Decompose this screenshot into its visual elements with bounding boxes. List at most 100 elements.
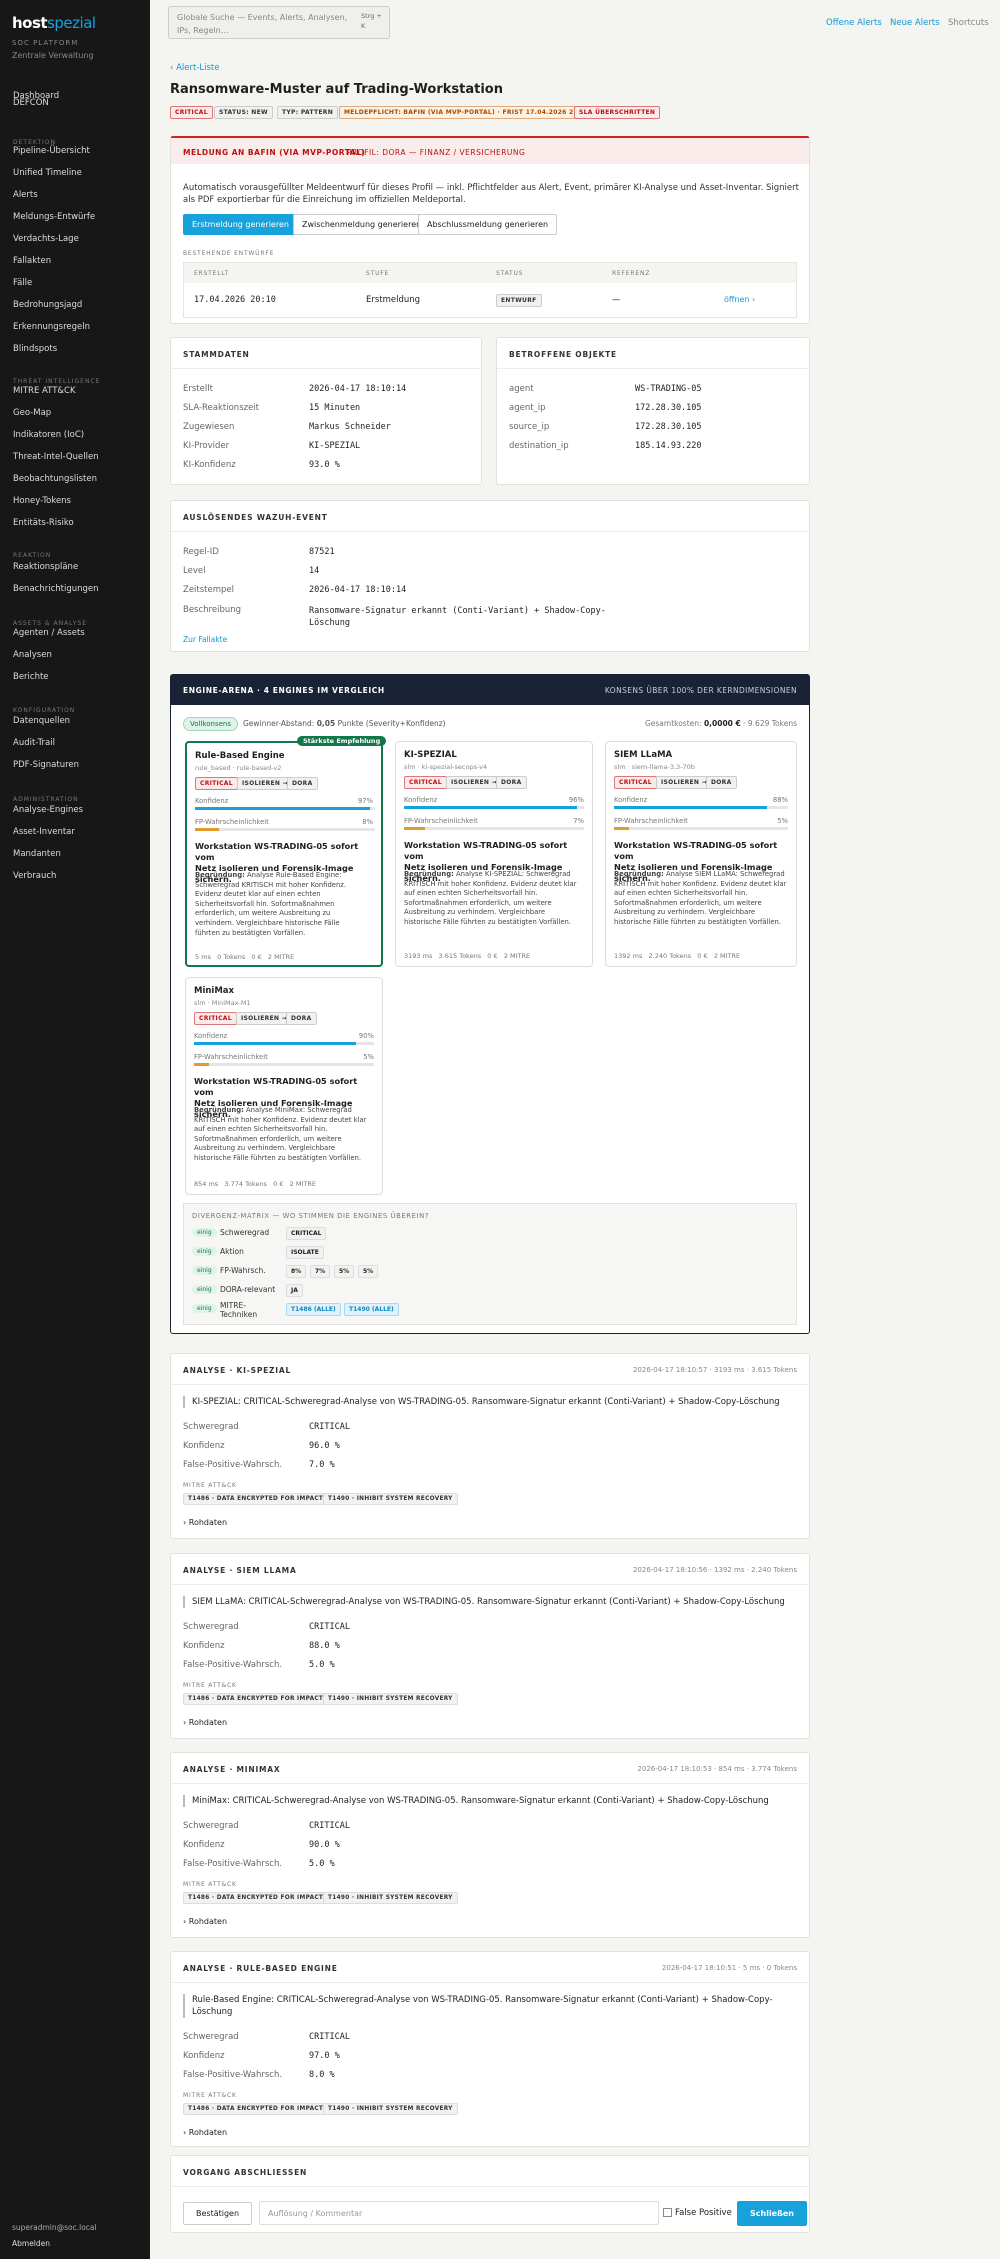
sidebar-item-entitäts-risiko[interactable]: Entitäts-Risiko [13,518,74,528]
best-recommendation-badge: Stärkste Empfehlung [297,736,387,746]
sidebar-item-fälle[interactable]: Fälle [13,278,32,288]
mitre-tag-t1486[interactable]: T1486 · DATA ENCRYPTED FOR IMPACT [183,2103,329,2115]
initial-report-button[interactable]: Erstmeldung generieren [183,214,298,235]
fp-bar-fill [194,1063,209,1066]
resolution-comment-input[interactable]: Auflösung / Kommentar [259,2201,659,2225]
shortcuts-link[interactable]: Shortcuts [948,18,989,28]
mitre-tag-t1486[interactable]: T1486 · DATA ENCRYPTED FOR IMPACT [183,1493,329,1505]
sidebar-item-honey-tokens[interactable]: Honey-Tokens [13,496,71,506]
dim-label: FP-Wahrsch. [220,1266,266,1275]
sidebar-item-agenten-assets[interactable]: Agenten / Assets [13,628,85,638]
analysis-title: ANALYSE · SIEM LLAMA [183,1566,297,1575]
false-positive-checkbox[interactable] [663,2208,672,2217]
fp-label: FP-Wahrscheinlichkeit [404,817,478,825]
reason-line: auf einen echten Sicherheitsvorfall hin. [404,889,588,899]
sidebar-item-datenquellen[interactable]: Datenquellen [13,716,70,726]
sidebar-item-blindspots[interactable]: Blindspots [13,344,57,354]
divergence-dimension: DORA-relevant [220,1285,275,1294]
mitre-tag-t1490[interactable]: T1490 · INHIBIT SYSTEM RECOVERY [323,1493,458,1505]
drafts-table: ERSTELLT STUFE STATUS REFERENZ 17.04.202… [183,262,797,318]
raw-data-toggle[interactable]: › Rohdaten [183,1718,227,1727]
open-alerts-link[interactable]: Offene Alerts [826,18,882,28]
platform-sub: Zentrale Verwaltung [12,51,94,60]
sidebar-item-pipeline-übersicht[interactable]: Pipeline-Übersicht [13,146,90,156]
sidebar-item-alerts[interactable]: Alerts [13,190,38,200]
status-badge: STATUS: NEW [214,106,273,119]
schweregrad-label: Schweregrad [183,1422,239,1432]
sidebar-item-indikatoren-ioc[interactable]: Indikatoren (IoC) [13,430,84,440]
global-search-input[interactable]: Globale Suche — Events, Alerts, Analysen… [168,6,390,39]
sidebar-item-meldungs-entwürfe[interactable]: Meldungs-Entwürfe [13,212,95,222]
raw-data-toggle[interactable]: › Rohdaten [183,1917,227,1926]
sidebar-item-asset-inventar[interactable]: Asset-Inventar [13,827,75,837]
mitre-tag-t1490[interactable]: T1490 · INHIBIT SYSTEM RECOVERY [323,2103,458,2115]
sidebar-item-analysen[interactable]: Analysen [13,650,52,660]
fp-bar-fill [404,827,425,830]
engine-card-minimax[interactable]: MiniMax slm · MiniMax-M1 CRITICAL ISOLIEREN… [185,977,383,1195]
logout-link[interactable]: Abmelden [12,2239,50,2248]
back-to-alerts-link[interactable]: ‹ Alert-Liste [170,63,220,73]
close-case-button[interactable]: Schließen [737,2201,807,2226]
reason-text: erforderlich, um weitere Ausbreitung zu [195,909,331,918]
raw-data-toggle[interactable]: › Rohdaten [183,1518,227,1527]
fp-label: FP-Wahrscheinlichkeit [614,817,688,825]
engine-name: Rule-Based Engine [195,751,285,761]
reason-line: KRITISCH mit hoher Konfidenz. Evidenz de… [194,1116,378,1126]
reason-label: Begründung: [195,871,245,879]
new-alerts-link[interactable]: Neue Alerts [890,18,940,28]
reason-text: verhindern. Vergleichbare historische Fä… [195,918,340,927]
reason-line: verhindern. Vergleichbare historische Fä… [195,919,379,929]
false-positive-wahrsch-value: 8.0 % [309,2070,335,2080]
engine-card-siem-llama[interactable]: SIEM LLaMA slm · siem-llama-3.3-70b CRITIC… [605,741,797,967]
confidence-bar-fill [614,806,767,809]
mitre-tag-t1486[interactable]: T1486 · DATA ENCRYPTED FOR IMPACT [183,1693,329,1705]
sidebar-item-reaktionspläne[interactable]: Reaktionspläne [13,562,78,572]
sidebar-item-fallakten[interactable]: Fallakten [13,256,51,266]
engine-card-rule-based-engine[interactable]: Stärkste Empfehlung Rule-Based Engine rule… [185,736,387,967]
reason-text: auf einen echten Sicherheitsvorfall hin. [404,889,538,898]
engine-stats: 3193 ms 3.615 Tokens 0 € 2 MITRE [404,952,531,960]
confirm-button[interactable]: Bestätigen [183,2202,253,2225]
sidebar-item-audit-trail[interactable]: Audit-Trail [13,738,55,748]
raw-data-toggle[interactable]: › Rohdaten [183,2128,227,2137]
mitre-tag-t1486[interactable]: T1486 · DATA ENCRYPTED FOR IMPACT [183,1892,329,1904]
sidebar-item-verdachts-lage[interactable]: Verdachts-Lage [13,234,79,244]
close-case-card: VORGANG ABSCHLIESSEN Bestätigen Auflösun… [170,2155,810,2233]
sidebar-item-mitre-att-ck[interactable]: MITRE ATT&CK [13,386,76,396]
fp-label: FP-Wahrscheinlichkeit [195,818,269,826]
engine-reasoning: Begründung: Analyse Rule-Based Engine: Sc… [195,871,379,938]
sidebar-item-threat-intel-quellen[interactable]: Threat-Intel-Quellen [13,452,99,462]
final-report-button[interactable]: Abschlussmeldung generieren [418,214,558,235]
case-file-link[interactable]: Zur Fallakte [183,635,227,644]
sidebar-item-berichte[interactable]: Berichte [13,672,49,682]
reason-line: KRITISCH mit hoher Konfidenz. Evidenz de… [404,880,588,890]
sidebar-item-benachrichtigungen[interactable]: Benachrichtigungen [13,584,99,594]
sidebar-item-beobachtungslisten[interactable]: Beobachtungslisten [13,474,97,484]
analysis-meta: 2026-04-17 18:10:53 · 854 ms · 3.774 Tok… [637,1765,797,1773]
open-draft-link[interactable]: öffnen › [724,295,755,304]
divergence-dimension: Aktion [220,1247,244,1256]
logo[interactable]: hostspezial [12,14,96,32]
ki-provider-label: KI-Provider [183,441,230,451]
engine-model: slm · ki-spezial-secops-v4 [404,763,488,771]
analysis-summary: SIEM LLaMA: CRITICAL-Schweregrad-Analyse… [183,1596,797,1608]
analysis-summary: KI-SPEZIAL: CRITICAL-Schweregrad-Analyse… [183,1396,797,1408]
sidebar-item-analyse-engines[interactable]: Analyse-Engines [13,805,83,815]
reason-line: Ausbreitung zu verhindern. Vergleichbare [614,908,792,918]
engine-card-ki-spezial[interactable]: KI-SPEZIAL slm · ki-spezial-secops-v4 CRIT… [395,741,593,967]
divergence-chip: 8% [286,1265,307,1278]
analysis-card-rule-based-engine: ANALYSE · RULE-BASED ENGINE 2026-04-17 18… [170,1951,810,2147]
sidebar-item-geo-map[interactable]: Geo-Map [13,408,51,418]
sidebar-item-mandanten[interactable]: Mandanten [13,849,61,859]
arena-consensus: KONSENS ÜBER 100% DER KERNDIMENSIONEN [604,686,797,695]
sidebar-item-pdf-signaturen[interactable]: PDF-Signaturen [13,760,79,770]
sidebar-item-unified-timeline[interactable]: Unified Timeline [13,168,82,178]
sidebar-item-bedrohungsjagd[interactable]: Bedrohungsjagd [13,300,82,310]
sidebar-item-defcon[interactable]: DEFCON [13,98,49,108]
false-positive-wahrsch-label: False-Positive-Wahrsch. [183,1660,283,1670]
interim-report-button[interactable]: Zwischenmeldung generieren [293,214,431,235]
sidebar-item-erkennungsregeln[interactable]: Erkennungsregeln [13,322,90,332]
mitre-tag-t1490[interactable]: T1490 · INHIBIT SYSTEM RECOVERY [323,1693,458,1705]
sidebar-item-verbrauch[interactable]: Verbrauch [13,871,56,881]
mitre-tag-t1490[interactable]: T1490 · INHIBIT SYSTEM RECOVERY [323,1892,458,1904]
